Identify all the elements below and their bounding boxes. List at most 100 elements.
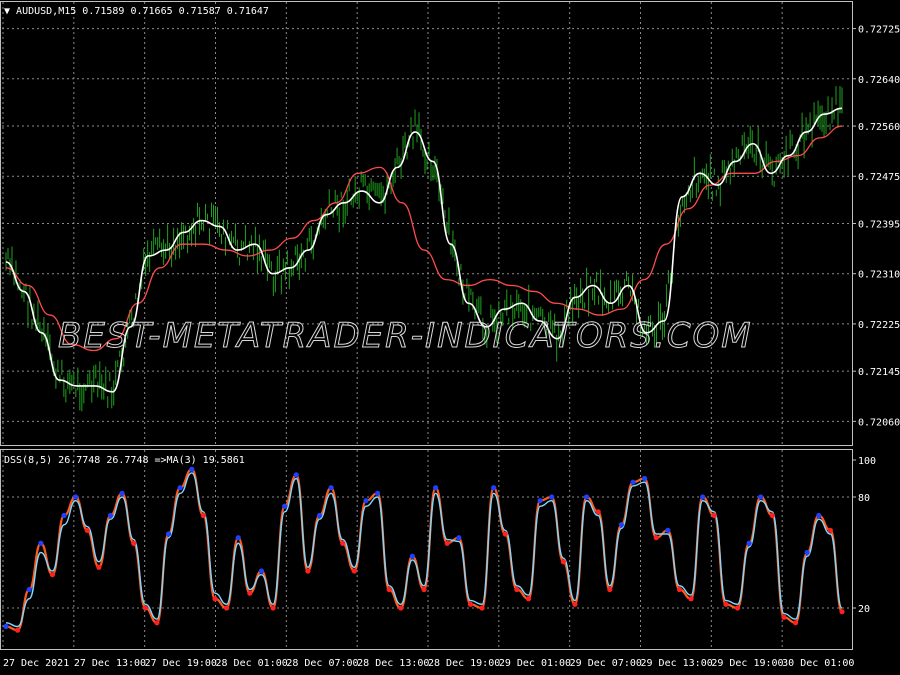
price-tick-label: 0.72560: [858, 122, 900, 133]
dss-dot-up: [700, 494, 706, 500]
dss-dot-down: [676, 586, 683, 593]
symbol-label: AUDUSD,M15: [16, 6, 76, 17]
dss-dot-up: [258, 568, 265, 574]
dss-dot-up: [409, 553, 415, 559]
dss-dot-up: [537, 498, 543, 504]
level-tick-label: 100: [858, 456, 876, 467]
chart-root: BEST-METATRADER-INDICATORS.COM 0.72725 0.…: [0, 0, 900, 675]
dss-dot-down: [351, 568, 357, 574]
dss-dot-up: [433, 485, 439, 491]
dss-dot-up: [61, 512, 67, 519]
dss-dot-down: [723, 601, 729, 607]
dss-dot-down: [270, 605, 276, 611]
watermark: BEST-METATRADER-INDICATORS.COM: [58, 316, 753, 356]
dss-dot-down: [200, 512, 206, 519]
time-tick-label: 27 Dec 19:00: [145, 658, 217, 669]
dss-dot-up: [363, 498, 369, 504]
dss-dot-down: [688, 596, 694, 602]
dss-dot-down: [607, 586, 613, 593]
dss-dot-up: [3, 623, 9, 630]
price-tick-label: 0.72225: [858, 320, 900, 331]
price-tick-label: 0.72395: [858, 220, 900, 231]
dss-dot-down: [479, 605, 485, 611]
dss-dot-up: [316, 512, 323, 519]
dss-dot-down: [247, 590, 253, 596]
price-tick-label: 0.72640: [858, 75, 900, 86]
dss-dot-down: [781, 614, 787, 620]
dss-dot-down: [792, 620, 799, 626]
dss-dot-up: [282, 503, 288, 509]
dss-dot-up: [38, 540, 44, 546]
dss-dot-down: [827, 527, 833, 533]
dss-dot-down: [502, 531, 508, 537]
dss-dot-down: [340, 540, 346, 546]
dss-dot-down: [15, 627, 21, 633]
price-tick-label: 0.72725: [858, 25, 900, 36]
time-tick-label: 28 Dec 07:00: [286, 658, 358, 669]
dss-dot-up: [746, 540, 752, 546]
dss-dot-up: [804, 549, 810, 556]
dss-dot-down: [734, 605, 741, 611]
dss-dot-down: [142, 605, 148, 611]
dss-dot-down: [653, 535, 659, 541]
dss-dot-down: [398, 605, 404, 611]
dss-dot-down: [421, 586, 427, 593]
dss-dot-down: [467, 601, 474, 607]
dss-dot-up: [119, 490, 125, 496]
dss-dot-down: [212, 596, 218, 602]
time-tick-label: 29 Dec 01:00: [499, 658, 571, 669]
time-tick-label: 27 Dec 13:00: [74, 658, 146, 669]
dss-dot-down: [49, 572, 56, 578]
dss-dot-up: [107, 512, 114, 519]
ohlc-values: 0.71589 0.71665 0.71587 0.71647: [82, 6, 269, 17]
time-tick-label: 27 Dec 2021: [3, 658, 69, 669]
price-tick-label: 0.72060: [858, 417, 900, 428]
collapse-icon[interactable]: ▼: [4, 6, 16, 17]
dss-dot-down: [386, 586, 392, 593]
dss-dot-down: [224, 605, 230, 611]
dss-dot-up: [26, 586, 32, 593]
dss-dot-down: [514, 586, 520, 593]
dss-dot-up: [665, 527, 671, 533]
dss-dot-up: [456, 535, 462, 541]
time-tick-label: 29 Dec 07:00: [570, 658, 642, 669]
dss-dot-down: [525, 596, 532, 602]
dss-dot-down: [305, 568, 311, 574]
time-tick-label: 30 Dec 01:00: [782, 658, 854, 669]
level-tick-label: 20: [858, 604, 870, 615]
dss-dot-down: [84, 527, 90, 533]
time-axis: 27 Dec 2021 27 Dec 13:0027 Dec 19:00 28 De…: [3, 658, 854, 669]
dss-dot-up: [758, 494, 764, 500]
level-tick-label: 80: [858, 493, 870, 504]
dss-dot-down: [444, 540, 450, 546]
dss-dot-up: [583, 494, 590, 500]
price-tick-label: 0.72475: [858, 172, 900, 183]
chart-title: ▼ AUDUSD,M15 0.71589 0.71665 0.71587 0.7…: [4, 6, 269, 17]
dss-dot-down: [560, 559, 566, 565]
dss-dot-up: [73, 494, 79, 500]
dss-dot-down: [96, 564, 102, 570]
dss-dot-up: [618, 522, 624, 528]
dss-dot-down: [572, 601, 578, 607]
dss-dot-up: [177, 485, 183, 491]
time-tick-label: 28 Dec 13:00: [357, 658, 429, 669]
indicator-title: DSS(8,5) 26.7748 26.7748 =>MA(3) 19.5861: [4, 455, 245, 466]
main-price-axis: 0.72725 0.72640 0.72560 0.72475 0.72395 0.723…: [852, 25, 900, 428]
dss-dot-up: [293, 472, 299, 478]
time-tick-label: 28 Dec 19:00: [428, 658, 500, 669]
dss-dot-up: [630, 479, 636, 485]
dss-dot-up: [328, 485, 334, 491]
dss-dot-up: [189, 466, 195, 472]
dss-dot-down: [131, 540, 137, 546]
dss-dot-down: [839, 609, 845, 615]
dss-dot-up: [165, 531, 172, 537]
time-tick-label: 29 Dec 19:00: [711, 658, 783, 669]
dss-dot-down: [154, 620, 160, 626]
dss-dot-up: [816, 512, 822, 519]
time-tick-label: 29 Dec 13:00: [641, 658, 713, 669]
dss-dot-down: [711, 512, 717, 519]
dss-dot-up: [549, 494, 555, 500]
dss-dot-up: [491, 485, 497, 491]
dss-dot-down: [595, 509, 601, 515]
dss-dot-up: [374, 490, 381, 496]
